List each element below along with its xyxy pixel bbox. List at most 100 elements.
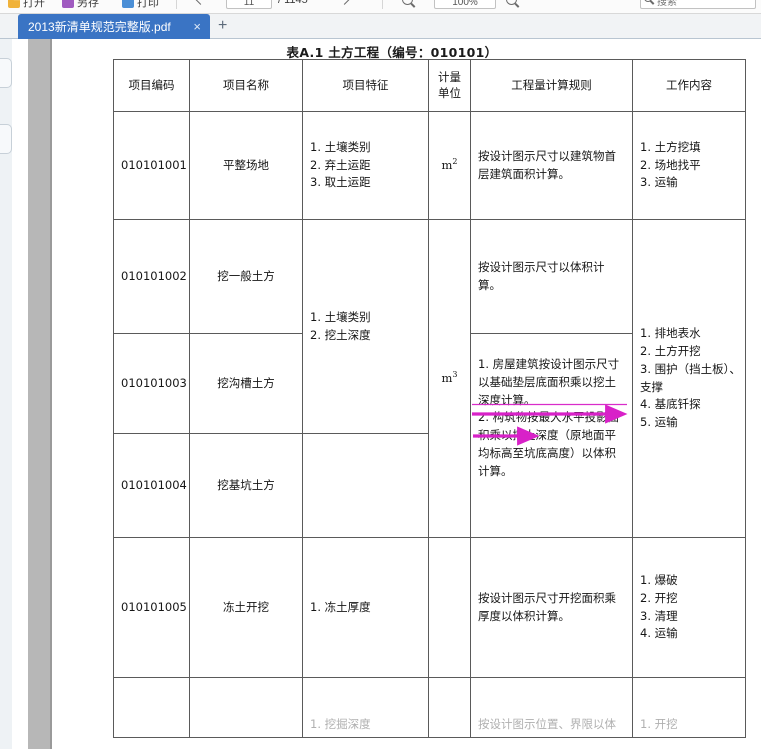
cell-code: 010101005 [113, 537, 190, 678]
pdf-viewer-window: 打开 另存 打印 / 1145 [0, 0, 761, 749]
cell-work: 1. 开挖 [632, 677, 746, 738]
col-header-work: 工作内容 [632, 59, 746, 112]
main-toolbar: 打开 另存 打印 / 1145 [0, 0, 761, 14]
col-header-code: 项目编码 [113, 59, 190, 112]
feature-line: 1. 土壤类别 [310, 309, 371, 324]
page-total-label: / 1145 [278, 0, 308, 6]
cell-features-empty [302, 433, 429, 538]
cell-code: 010101001 [113, 111, 190, 220]
cell-features: 1. 土壤类别 2. 弃土运距 3. 取土运距 [302, 111, 429, 220]
cell-features-merged: 1. 土壤类别 2. 挖土深度 [302, 219, 429, 434]
document-page: 表A.1 土方工程（编号：010101） 项目编码 项目名称 项目特征 计量 单… [52, 39, 761, 749]
magnifier-plus-icon [506, 0, 517, 5]
print-button[interactable]: 打印 [122, 0, 159, 10]
cell-unit [428, 677, 471, 738]
cell-features: 1. 冻土厚度 [302, 537, 429, 678]
cell-work: 1. 土方挖填 2. 场地找平 3. 运输 [632, 111, 746, 220]
unit-base: m [441, 371, 453, 385]
work-line: 1. 土方挖填 [640, 139, 701, 154]
export-icon [62, 0, 74, 8]
tab-title: 2013新清单规范完整版.pdf [28, 20, 171, 34]
col-header-feature: 项目特征 [302, 59, 429, 112]
spec-table: 项目编码 项目名称 项目特征 计量 单位 工程量计算规则 工作内容 010101… [113, 59, 746, 738]
search-input[interactable] [640, 0, 756, 9]
cell-unit-merged: m3 [428, 219, 471, 538]
cell-rule-merged: 1. 房屋建筑按设计图示尺寸 以基础垫层底面积乘以挖土 深度计算。 2. 构筑物… [470, 333, 633, 538]
cell-rule: 按设计图示位置、界限以体 [470, 677, 633, 738]
open-file-button[interactable]: 打开 [8, 0, 45, 10]
col-header-unit: 计量 单位 [428, 59, 471, 112]
search-icon [644, 0, 652, 2]
rule-line: 按设计图示尺寸以体积计 [478, 259, 605, 274]
cell-name [189, 677, 303, 738]
tab-active-document[interactable]: 2013新清单规范完整版.pdf × [18, 14, 210, 39]
page-gutter [28, 39, 50, 749]
rule-line: 计算。 [478, 463, 513, 478]
rule-line: 1. 房屋建筑按设计图示尺寸 [478, 357, 620, 371]
work-line: 4. 基底钎探 [640, 397, 701, 412]
cell-name: 冻土开挖 [189, 537, 303, 678]
cell-name: 挖沟槽土方 [189, 333, 303, 434]
work-line: 支撑 [640, 379, 663, 394]
zoom-out-button[interactable] [402, 0, 413, 5]
work-line: 3. 运输 [640, 175, 678, 190]
work-line: 3. 围护（挡土板）、 [640, 361, 741, 376]
print-icon [122, 0, 134, 8]
cell-code [113, 677, 190, 738]
rule-line: 按设计图示尺寸开挖面积乘 [478, 590, 616, 605]
page-number-input[interactable] [226, 0, 272, 9]
col-header-rule: 工程量计算规则 [470, 59, 633, 112]
export-button[interactable]: 另存 [62, 0, 99, 10]
col-header-unit-line1: 计量 [438, 69, 461, 84]
folder-icon [8, 0, 20, 8]
left-rail [0, 39, 12, 749]
unit-base: m [441, 158, 453, 172]
close-icon[interactable]: × [190, 20, 204, 33]
toolbar-divider-2 [382, 0, 383, 9]
rail-handle-thumbnails[interactable] [0, 124, 12, 154]
table-row: 010101002 挖一般土方 1. 土壤类别 2. 挖土深度 m3 按设计图示… [113, 219, 746, 538]
new-tab-button[interactable]: + [218, 17, 227, 35]
work-line: 1. 开挖 [640, 717, 678, 732]
feature-line: 3. 取土运距 [310, 175, 371, 190]
rule-line: 深度计算。 [478, 392, 536, 407]
table-row: 1. 挖掘深度 按设计图示位置、界限以体 1. 开挖 [113, 677, 746, 738]
col-header-name: 项目名称 [189, 59, 303, 112]
cell-rule: 按设计图示尺寸以体积计 算。 [470, 219, 633, 334]
cell-code: 010101003 [113, 333, 190, 434]
cell-unit [428, 537, 471, 678]
table-header-row: 项目编码 项目名称 项目特征 计量 单位 工程量计算规则 工作内容 [113, 59, 746, 112]
feature-line: 1. 土壤类别 [310, 139, 371, 154]
cell-name: 挖一般土方 [189, 219, 303, 334]
cell-name: 挖基坑土方 [189, 433, 303, 538]
tab-strip: 2013新清单规范完整版.pdf × + [0, 14, 761, 39]
rule-line: 按设计图示尺寸以建筑物首 [478, 148, 616, 163]
unit-exponent: 3 [452, 370, 458, 380]
cell-rule: 按设计图示尺寸开挖面积乘 厚度以体积计算。 [470, 537, 633, 678]
open-file-label: 打开 [23, 0, 45, 9]
cell-features: 1. 挖掘深度 [302, 677, 429, 738]
work-line: 2. 开挖 [640, 590, 678, 605]
chevron-right-icon [338, 0, 351, 5]
rule-line: 积乘以挖土深度（原地面平 [478, 428, 616, 443]
rail-handle-bookmarks[interactable] [0, 58, 12, 88]
search-glyph-icon [644, 0, 652, 2]
prev-page-button[interactable] [194, 0, 207, 5]
print-label: 打印 [137, 0, 159, 9]
work-line: 3. 清理 [640, 608, 678, 623]
table-row: 010101005 冻土开挖 1. 冻土厚度 按设计图示尺寸开挖面积乘 厚度以体… [113, 537, 746, 678]
cell-rule: 按设计图示尺寸以建筑物首 层建筑面积计算。 [470, 111, 633, 220]
cell-unit: m2 [428, 111, 471, 220]
rule-line: 算。 [478, 277, 501, 292]
next-page-button[interactable] [338, 0, 351, 5]
cell-work-merged: 1. 排地表水 2. 土方开挖 3. 围护（挡土板）、 支撑 4. 基底钎探 5… [632, 219, 746, 538]
rule-line: 厚度以体积计算。 [478, 608, 570, 623]
chevron-left-icon [194, 0, 207, 5]
rule-line: 层建筑面积计算。 [478, 166, 570, 181]
zoom-level-input[interactable] [434, 0, 496, 9]
cell-code: 010101002 [113, 219, 190, 334]
work-line: 1. 爆破 [640, 572, 678, 587]
zoom-in-button[interactable] [506, 0, 517, 5]
cell-code: 010101004 [113, 433, 190, 538]
col-header-unit-line2: 单位 [438, 85, 461, 100]
